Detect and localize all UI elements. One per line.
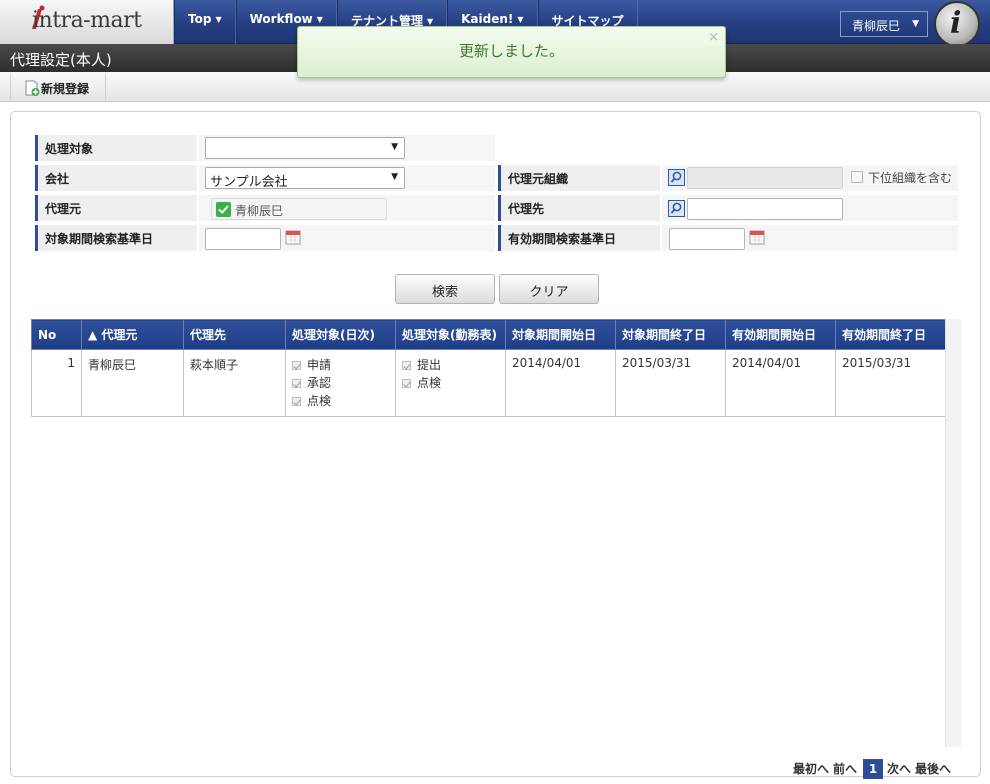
pager-next[interactable]: 次へ [887,762,911,776]
cell-target-end: 2015/03/31 [615,349,726,417]
table-scrollbar[interactable] [945,319,961,747]
dropdown-arrow-icon: ▼ [391,142,398,152]
search-icon[interactable] [668,200,685,217]
chevron-down-icon: ▼ [517,15,524,24]
proxy-org-input [687,167,843,189]
calendar-icon[interactable] [749,229,765,245]
cell-target-start: 2014/04/01 [505,349,616,417]
company-label: 会社 [35,165,197,191]
header-proxy-source[interactable]: ▲ 代理元 [81,319,184,350]
checkbox-checked-icon [292,397,301,406]
nav-top[interactable]: Top ▼ [174,0,236,44]
header-target-end[interactable]: 対象期間終了日 [615,319,726,350]
pager-prev[interactable]: 前へ [833,762,857,776]
company-select[interactable]: サンプル会社 ▼ [205,167,405,190]
header-valid-start[interactable]: 有効期間開始日 [725,319,836,350]
success-toast: 更新しました。 × [297,26,726,78]
table-header-row: No ▲ 代理元 代理先 処理対象(日次) 処理対象(勤務表) 対象期間開始日 … [31,319,946,350]
page-title: 代理設定(本人) [10,51,112,69]
dropdown-arrow-icon: ▼ [391,172,398,182]
chevron-down-icon: ▼ [912,19,919,29]
close-icon[interactable]: × [708,30,719,45]
checkbox-checked-icon [402,361,411,370]
new-document-icon [25,80,40,96]
include-sub-org-label: 下位組織を含む [868,171,953,185]
cell-valid-start: 2014/04/01 [725,349,836,417]
cell-no: 1 [31,349,82,417]
header-valid-end[interactable]: 有効期間終了日 [835,319,946,350]
timesheet-check-item: 点検 [402,374,499,392]
results-table: No ▲ 代理元 代理先 処理対象(日次) 処理対象(勤務表) 対象期間開始日 … [31,319,946,417]
chevron-down-icon: ▼ [215,15,222,24]
info-i-logo-icon[interactable]: i [934,1,980,47]
pager-last[interactable]: 最後へ [915,762,951,776]
header-target-start[interactable]: 対象期間開始日 [505,319,616,350]
valid-period-date-input[interactable] [669,228,745,250]
cell-valid-end: 2015/03/31 [835,349,946,417]
toast-message: 更新しました。 [458,42,564,60]
daily-check-item: 点検 [292,392,389,410]
valid-period-label: 有効期間検索基準日 [498,225,660,251]
chevron-down-icon: ▼ [316,15,323,24]
target-label: 処理対象 [35,135,197,161]
proxy-source-name: 青柳辰巳 [235,204,284,218]
calendar-icon[interactable] [285,229,301,245]
search-button[interactable]: 検索 [395,274,495,304]
header-timesheet-target[interactable]: 処理対象(勤務表) [395,319,506,350]
table-row[interactable]: 1 青柳辰巳 萩本順子 申請 承認 点検 提出 点検 2014/04/01 20… [31,349,946,417]
logo-text: intra-mart [32,8,142,33]
header-daily-target[interactable]: 処理対象(日次) [285,319,396,350]
cell-timesheet-target: 提出 点検 [395,349,506,417]
include-sub-org-checkbox[interactable] [851,171,863,183]
proxy-dest-input[interactable] [687,198,843,220]
user-name: 青柳辰巳 [852,19,901,33]
search-panel: 処理対象 ▼ 会社 サンプル会社 ▼ 代理元組織 下位組織を含む 代理元 青柳辰巳… [10,111,981,779]
clear-button[interactable]: クリア [499,274,599,304]
pager-first[interactable]: 最初へ [793,762,829,776]
check-icon [216,202,231,217]
proxy-source-label: 代理元 [35,195,197,221]
target-select[interactable]: ▼ [205,137,405,159]
pager-current[interactable]: 1 [863,759,884,779]
proxy-org-label: 代理元組織 [498,165,660,191]
timesheet-check-item: 提出 [402,356,499,374]
intra-mart-logo[interactable]: intra-mart [0,0,174,44]
checkbox-checked-icon [292,361,301,370]
target-period-date-input[interactable] [205,228,281,250]
new-register-button[interactable]: 新規登録 [10,74,106,100]
cell-proxy-dest: 萩本順子 [183,349,286,417]
proxy-dest-label: 代理先 [498,195,660,221]
search-icon[interactable] [668,169,685,186]
cell-daily-target: 申請 承認 点検 [285,349,396,417]
target-period-label: 対象期間検索基準日 [35,225,197,251]
checkbox-checked-icon [402,379,411,388]
daily-check-item: 申請 [292,356,389,374]
header-no[interactable]: No [31,319,82,350]
cell-proxy-source: 青柳辰巳 [81,349,184,417]
daily-check-item: 承認 [292,374,389,392]
chevron-down-icon: ▼ [426,17,434,26]
pager: 最初へ 前へ 1 次へ 最後へ [793,759,955,779]
user-menu-button[interactable]: 青柳辰巳 ▼ [840,11,928,37]
checkbox-checked-icon [292,379,301,388]
header-proxy-dest[interactable]: 代理先 [183,319,286,350]
proxy-source-field: 青柳辰巳 [211,198,387,220]
